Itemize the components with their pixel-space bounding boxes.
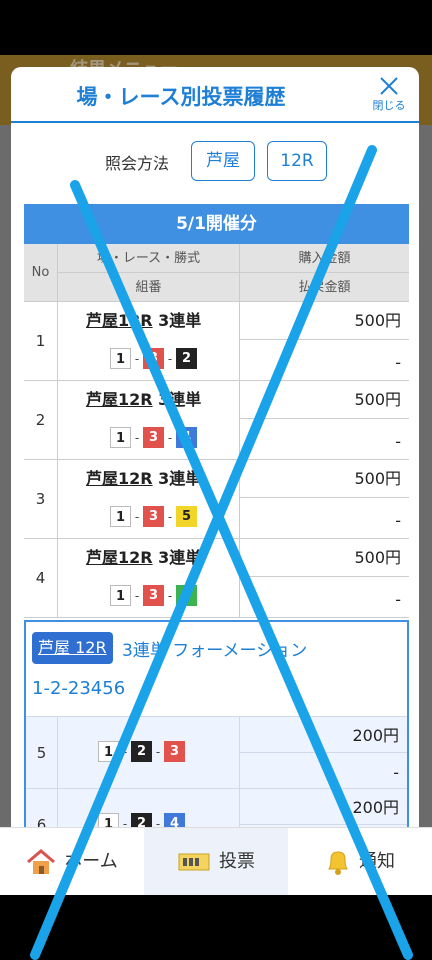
row-no: 6 bbox=[26, 789, 58, 827]
close-icon bbox=[380, 77, 398, 95]
row-amount: 500円 bbox=[240, 539, 409, 577]
modal-header: 場・レース別投票履歴 閉じる bbox=[11, 67, 419, 123]
bottom-nav: ホーム 投票 通知 bbox=[0, 827, 432, 896]
boat-badge: 6 bbox=[176, 585, 197, 606]
row-payout: - bbox=[395, 511, 401, 530]
bell-icon bbox=[328, 851, 348, 875]
row-race: 芦屋12R 3連単 bbox=[58, 381, 240, 419]
nav-vote[interactable]: 投票 bbox=[144, 828, 288, 896]
nav-notify-label: 通知 bbox=[359, 851, 395, 872]
boat-badge: 4 bbox=[164, 813, 185, 827]
row-combo: 1-3-5 bbox=[58, 498, 240, 538]
boat-badge: 1 bbox=[110, 427, 131, 448]
table-header: No 場・レース・勝式 購入金額 組番 払戻金額 bbox=[24, 244, 409, 302]
venue-select-button[interactable]: 芦屋 bbox=[191, 141, 255, 181]
bet-type: 3連単 bbox=[158, 311, 202, 330]
history-table: 5/1開催分 No 場・レース・勝式 購入金額 組番 払戻金額 1 芦屋12R … bbox=[24, 204, 409, 618]
table-row: 6 1-2-4 200円 bbox=[26, 788, 407, 827]
row-payout: - bbox=[393, 763, 399, 782]
bet-type: 3連単 bbox=[158, 469, 202, 488]
formation-header: 芦屋 12R 3連単 フォーメーション 1-2-23456 bbox=[26, 622, 407, 716]
row-amount: 200円 bbox=[240, 789, 407, 825]
boat-badge: 1 bbox=[110, 585, 131, 606]
row-no: 3 bbox=[24, 460, 58, 538]
modal-title: 場・レース別投票履歴 bbox=[76, 85, 286, 109]
formation-group: 芦屋 12R 3連単 フォーメーション 1-2-23456 5 1-2-3 20… bbox=[24, 620, 409, 827]
boat-badge: 2 bbox=[176, 348, 197, 369]
row-amount: 500円 bbox=[240, 302, 409, 340]
row-payout: - bbox=[395, 590, 401, 609]
row-combo: 1-3-2 bbox=[58, 340, 240, 380]
race-link[interactable]: 芦屋12R bbox=[86, 469, 153, 488]
row-amount: 500円 bbox=[240, 460, 409, 498]
boat-badge: 1 bbox=[98, 741, 119, 762]
header-payout: 払戻金額 bbox=[298, 280, 351, 295]
boat-badge: 1 bbox=[110, 506, 131, 527]
boat-badge: 1 bbox=[98, 813, 119, 827]
header-combo: 組番 bbox=[58, 273, 240, 302]
row-combo: 1-3-6 bbox=[58, 577, 240, 617]
table-row: 3 芦屋12R 3連単 1-3-5 500円 - bbox=[24, 460, 409, 539]
boat-badge: 3 bbox=[143, 506, 164, 527]
row-combo: 1-2-4 bbox=[58, 789, 240, 827]
query-method-label: 照会方法 bbox=[105, 154, 170, 173]
boat-badge: 1 bbox=[110, 348, 131, 369]
table-row: 1 芦屋12R 3連単 1-3-2 500円 - bbox=[24, 302, 409, 381]
nav-home[interactable]: ホーム bbox=[0, 828, 144, 896]
row-race: 芦屋12R 3連単 bbox=[58, 302, 240, 340]
row-combo: 1-3-4 bbox=[58, 419, 240, 459]
race-link[interactable]: 芦屋12R bbox=[86, 311, 153, 330]
row-no: 4 bbox=[24, 539, 58, 617]
table-row: 2 芦屋12R 3連単 1-3-4 500円 - bbox=[24, 381, 409, 460]
system-nav-bar bbox=[0, 895, 432, 960]
row-payout: - bbox=[395, 353, 401, 372]
race-select-button[interactable]: 12R bbox=[267, 141, 327, 181]
row-no: 5 bbox=[26, 717, 58, 789]
header-race: 場・レース・勝式 bbox=[58, 244, 240, 273]
nav-home-label: ホーム bbox=[64, 851, 118, 872]
formation-type: 3連単 フォーメーション bbox=[122, 641, 308, 661]
row-race: 芦屋12R 3連単 bbox=[58, 539, 240, 577]
boat-badge: 4 bbox=[176, 427, 197, 448]
row-payout: - bbox=[395, 432, 401, 451]
close-button[interactable]: 閉じる bbox=[367, 75, 411, 119]
row-combo: 1-2-3 bbox=[58, 717, 240, 789]
race-link[interactable]: 芦屋12R bbox=[86, 548, 153, 567]
boat-badge: 2 bbox=[131, 741, 152, 762]
boat-badge: 3 bbox=[164, 741, 185, 762]
table-row: 5 1-2-3 200円 - bbox=[26, 716, 407, 789]
status-bar bbox=[0, 0, 432, 55]
row-race: 芦屋12R 3連単 bbox=[58, 460, 240, 498]
history-modal: 場・レース別投票履歴 閉じる 照会方法 芦屋 12R 5/1開催分 No 場・レ… bbox=[11, 67, 419, 827]
close-label: 閉じる bbox=[372, 99, 406, 112]
home-icon bbox=[27, 849, 56, 874]
row-amount: 500円 bbox=[240, 381, 409, 419]
boat-badge: 3 bbox=[143, 348, 164, 369]
boat-badge: 3 bbox=[143, 427, 164, 448]
row-amount: 200円 bbox=[240, 717, 407, 753]
boat-badge: 5 bbox=[176, 506, 197, 527]
formation-race-link[interactable]: 芦屋 12R bbox=[32, 632, 113, 664]
formation-combo: 1-2-23456 bbox=[32, 678, 126, 699]
table-row: 4 芦屋12R 3連単 1-3-6 500円 - bbox=[24, 539, 409, 618]
header-no: No bbox=[24, 244, 58, 302]
race-link[interactable]: 芦屋12R bbox=[86, 390, 153, 409]
row-no: 1 bbox=[24, 302, 58, 380]
boat-badge: 3 bbox=[143, 585, 164, 606]
ticket-icon bbox=[178, 853, 210, 871]
date-header: 5/1開催分 bbox=[24, 204, 409, 244]
query-method-row: 照会方法 芦屋 12R bbox=[11, 141, 419, 181]
nav-vote-label: 投票 bbox=[219, 851, 255, 872]
row-no: 2 bbox=[24, 381, 58, 459]
bet-type: 3連単 bbox=[158, 548, 202, 567]
bet-type: 3連単 bbox=[158, 390, 202, 409]
boat-badge: 2 bbox=[131, 813, 152, 827]
header-purchase: 購入金額 bbox=[240, 244, 409, 273]
nav-notify[interactable]: 通知 bbox=[288, 828, 432, 896]
